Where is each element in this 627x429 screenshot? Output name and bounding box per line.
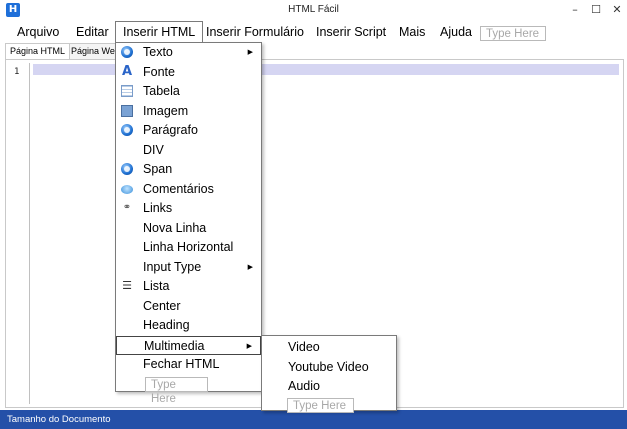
- menubar-type-here-input[interactable]: Type Here: [480, 26, 546, 41]
- menu-item-multimedia[interactable]: Multimedia ▶: [116, 335, 261, 355]
- globe-icon: [121, 46, 133, 58]
- inserir-html-dropdown: Texto ▶ A Fonte Tabela Imagem Parágrafo …: [115, 42, 262, 405]
- menu-item-label: Multimedia: [144, 338, 205, 353]
- submenu-arrow-icon: ▶: [247, 263, 253, 271]
- menu-item-links[interactable]: ⚭ Links: [116, 199, 261, 218]
- line-number: 1: [14, 67, 20, 77]
- tab-pagina-html[interactable]: Página HTML: [5, 43, 71, 59]
- menu-item-fechar-html[interactable]: Fechar HTML: [116, 355, 261, 374]
- font-icon: A: [121, 63, 133, 79]
- menu-item-label: Center: [143, 298, 181, 313]
- menu-item-lista[interactable]: ☰ Lista: [116, 277, 261, 296]
- menu-item-nova-linha[interactable]: Nova Linha: [116, 219, 261, 238]
- submenu-arrow-icon: ▶: [247, 49, 253, 56]
- status-text: Tamanho do Documento: [7, 414, 111, 425]
- menu-item-label: Linha Horizontal: [143, 240, 234, 254]
- maximize-button[interactable]: ☐: [586, 2, 606, 18]
- title-bar: H HTML Fácil – ☐ ✕: [0, 0, 627, 21]
- menu-item-label: Imagem: [143, 103, 189, 118]
- menu-item-center[interactable]: Center: [116, 297, 261, 316]
- dropdown-type-here-input[interactable]: Type Here: [145, 377, 208, 405]
- globe-icon: [121, 163, 133, 175]
- menu-item-comentarios[interactable]: Comentários: [116, 180, 261, 199]
- menu-inserir-html[interactable]: Inserir HTML: [115, 21, 204, 42]
- menu-arquivo[interactable]: Arquivo: [10, 21, 66, 43]
- submenu-item-audio[interactable]: Audio: [262, 377, 396, 396]
- submenu-type-here-input[interactable]: Type Here: [287, 398, 354, 413]
- menu-item-label: Texto: [143, 45, 173, 59]
- menu-item-paragrafo[interactable]: Parágrafo: [116, 121, 261, 140]
- menu-item-input-type[interactable]: Input Type ▶: [116, 258, 261, 277]
- menu-item-imagem[interactable]: Imagem: [116, 102, 261, 121]
- menu-item-div[interactable]: DIV: [116, 141, 261, 160]
- submenu-item-youtube-video[interactable]: Youtube Video: [262, 358, 396, 377]
- menu-ajuda[interactable]: Ajuda: [433, 21, 479, 43]
- menu-item-linha-horizontal[interactable]: Linha Horizontal: [116, 238, 261, 257]
- menu-inserir-script[interactable]: Inserir Script: [309, 21, 393, 43]
- gutter-divider: [29, 63, 32, 404]
- menu-item-fonte[interactable]: A Fonte: [116, 63, 261, 82]
- menu-item-label: Fonte: [143, 64, 175, 79]
- menu-item-label: Comentários: [143, 181, 214, 196]
- menu-item-label: Input Type: [143, 259, 202, 274]
- multimedia-submenu: Video Youtube Video Audio Type Here: [261, 335, 397, 413]
- link-icon: ⚭: [122, 202, 132, 213]
- close-button[interactable]: ✕: [607, 2, 627, 18]
- submenu-arrow-icon: ▶: [246, 342, 252, 350]
- menu-mais[interactable]: Mais: [392, 21, 432, 43]
- menu-item-heading[interactable]: Heading: [116, 316, 261, 335]
- menu-item-label: Parágrafo: [143, 123, 198, 137]
- menu-item-tabela[interactable]: Tabela: [116, 82, 261, 101]
- table-icon: [121, 85, 133, 97]
- minimize-button[interactable]: –: [565, 2, 585, 18]
- line-number-gutter: 1: [9, 63, 30, 404]
- comment-icon: [121, 184, 133, 194]
- menu-item-label: Links: [143, 201, 173, 215]
- menu-item-label: Fechar HTML: [143, 357, 220, 371]
- menu-inserir-formulario[interactable]: Inserir Formulário: [199, 21, 311, 43]
- menu-item-label: Lista: [143, 279, 170, 293]
- menu-item-label: Span: [143, 162, 173, 176]
- image-icon: [121, 104, 133, 117]
- list-icon: ☰: [122, 279, 132, 292]
- window-title: HTML Fácil: [288, 4, 339, 15]
- menu-item-label: Tabela: [143, 84, 180, 98]
- menu-bar: Arquivo Editar Inserir HTML Inserir Form…: [0, 21, 627, 43]
- menu-item-label: DIV: [143, 142, 164, 157]
- menu-item-texto[interactable]: Texto ▶: [116, 43, 261, 62]
- globe-icon: [121, 124, 133, 136]
- submenu-item-video[interactable]: Video: [262, 338, 396, 357]
- menu-editar[interactable]: Editar: [69, 21, 116, 43]
- menu-item-span[interactable]: Span: [116, 160, 261, 179]
- menu-item-label: Nova Linha: [143, 220, 207, 235]
- menu-item-label: Heading: [143, 318, 190, 332]
